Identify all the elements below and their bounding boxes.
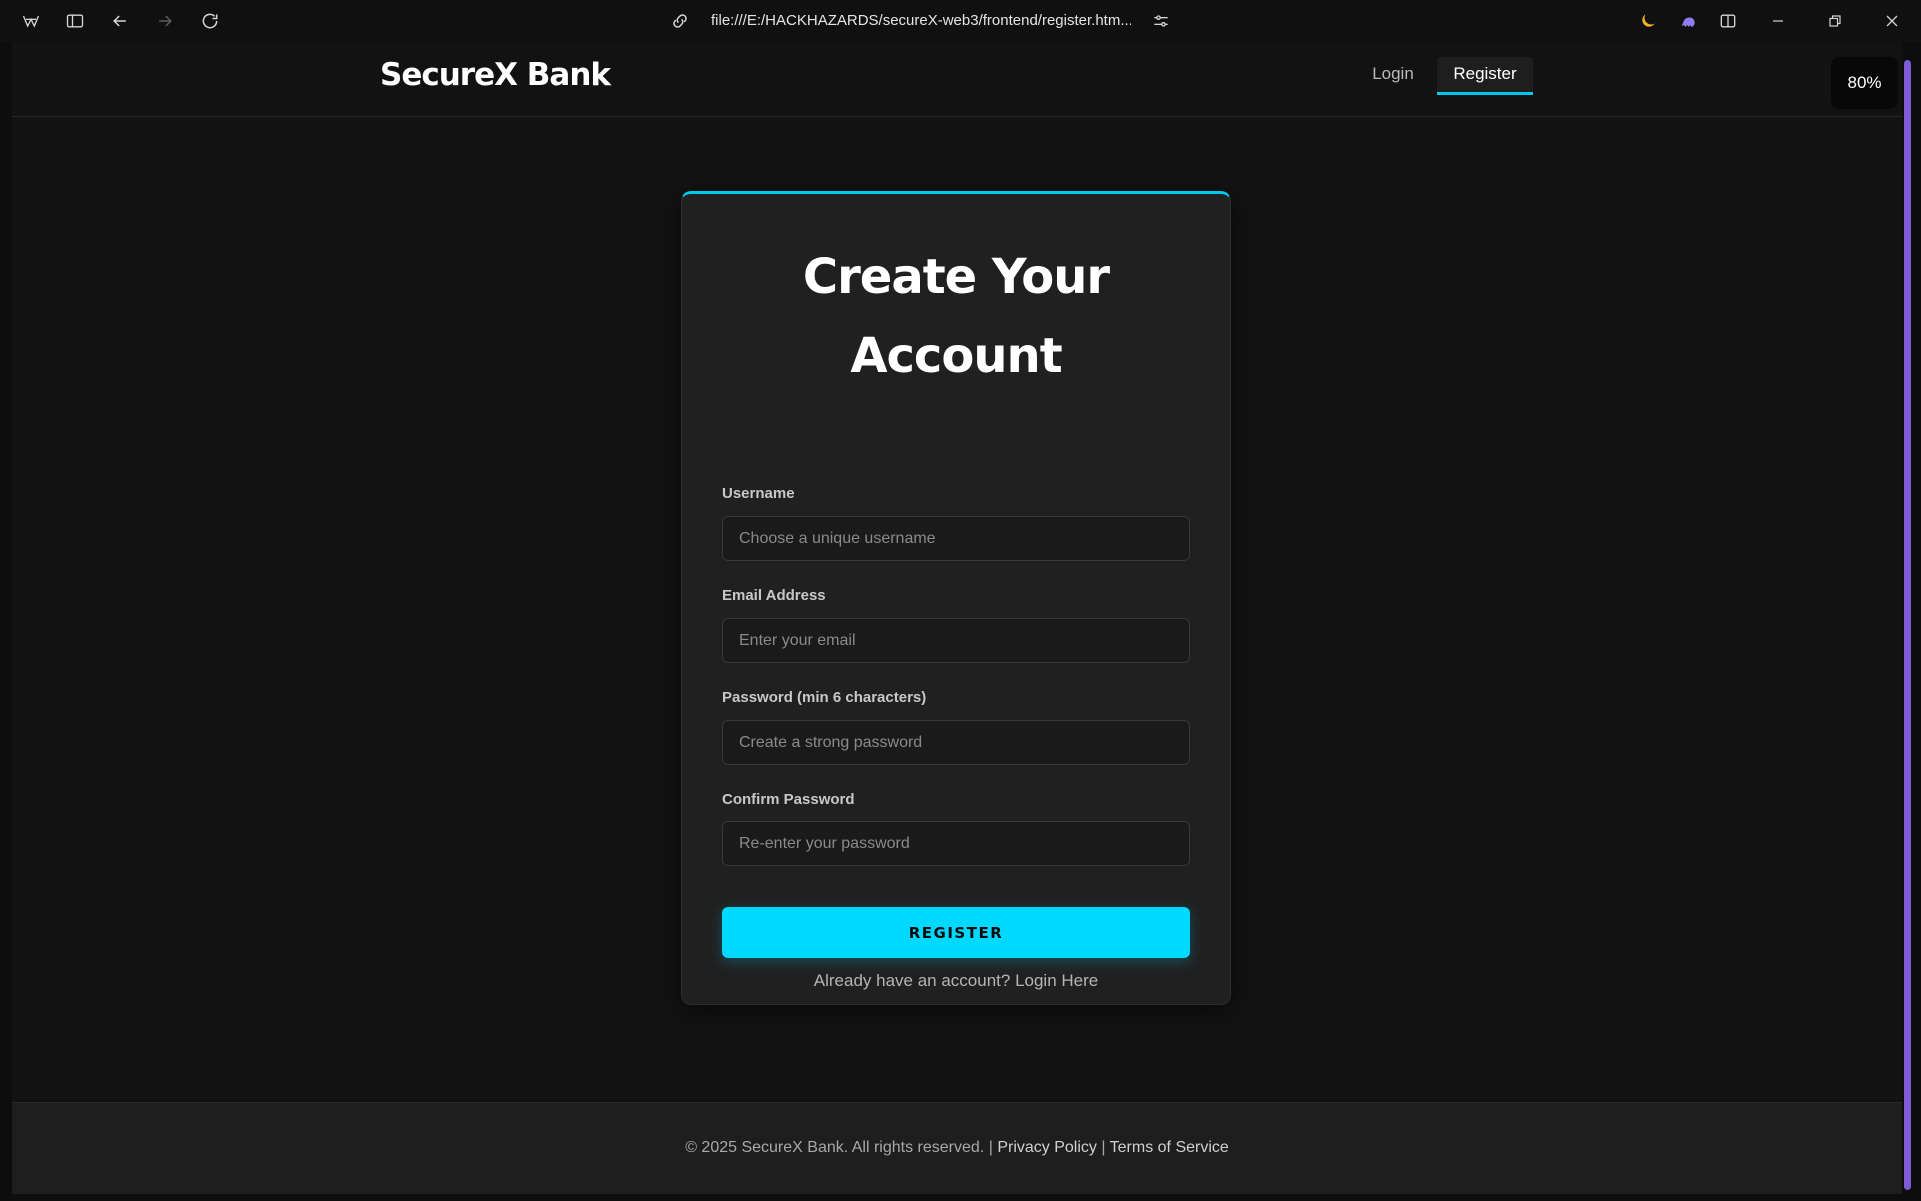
register-card: Create Your Account Username Email Addre… xyxy=(681,191,1231,1005)
restore-icon[interactable] xyxy=(1820,6,1850,36)
address-bar[interactable]: file:///E:/HACKHAZARDS/secureX-web3/fron… xyxy=(711,10,1131,32)
dark-mode-moon-icon[interactable] xyxy=(1633,6,1663,36)
page-viewport: SecureX Bank Login Register 80% Create Y… xyxy=(12,42,1902,1194)
ghost-extension-icon[interactable] xyxy=(1673,6,1703,36)
footer-text: © 2025 SecureX Bank. All rights reserved… xyxy=(12,1139,1902,1157)
close-icon[interactable] xyxy=(1877,6,1907,36)
zoom-level-badge: 80% xyxy=(1831,57,1898,109)
username-input[interactable] xyxy=(722,516,1190,561)
copyright-text: © 2025 SecureX Bank. All rights reserved… xyxy=(685,1139,985,1156)
register-button[interactable]: REGISTER xyxy=(722,907,1190,958)
form-title-line2: Account xyxy=(850,328,1062,384)
confirm-password-input[interactable] xyxy=(722,821,1190,866)
minimize-icon[interactable] xyxy=(1763,6,1793,36)
back-icon[interactable] xyxy=(105,6,135,36)
form-title-line1: Create Your xyxy=(802,249,1110,305)
terms-of-service-link[interactable]: Terms of Service xyxy=(1110,1139,1229,1156)
browser-logo-icon[interactable] xyxy=(16,6,46,36)
email-label: Email Address xyxy=(722,587,826,604)
site-footer: © 2025 SecureX Bank. All rights reserved… xyxy=(12,1102,1902,1194)
sidebar-toggle-icon[interactable] xyxy=(60,6,90,36)
brand-logo[interactable]: SecureX Bank xyxy=(380,57,611,93)
page-scrollbar[interactable] xyxy=(1904,60,1911,1190)
site-header: SecureX Bank Login Register xyxy=(12,42,1902,117)
username-label: Username xyxy=(722,485,795,502)
footer-separator: | xyxy=(1101,1139,1106,1156)
site-info-icon[interactable] xyxy=(665,6,695,36)
login-here-link[interactable]: Already have an account? Login Here xyxy=(682,971,1230,991)
nav-login-link[interactable]: Login xyxy=(1351,57,1435,95)
forward-icon[interactable] xyxy=(150,6,180,36)
privacy-policy-link[interactable]: Privacy Policy xyxy=(997,1139,1097,1156)
password-input[interactable] xyxy=(722,720,1190,765)
reload-icon[interactable] xyxy=(195,6,225,36)
page-settings-icon[interactable] xyxy=(1146,6,1176,36)
browser-toolbar: file:///E:/HACKHAZARDS/secureX-web3/fron… xyxy=(0,0,1921,42)
split-view-icon[interactable] xyxy=(1713,6,1743,36)
footer-separator: | xyxy=(988,1139,993,1156)
form-title: Create Your Account xyxy=(682,238,1230,396)
email-input[interactable] xyxy=(722,618,1190,663)
password-label: Password (min 6 characters) xyxy=(722,689,927,706)
confirm-password-label: Confirm Password xyxy=(722,791,855,808)
nav-register-link[interactable]: Register xyxy=(1437,57,1533,95)
